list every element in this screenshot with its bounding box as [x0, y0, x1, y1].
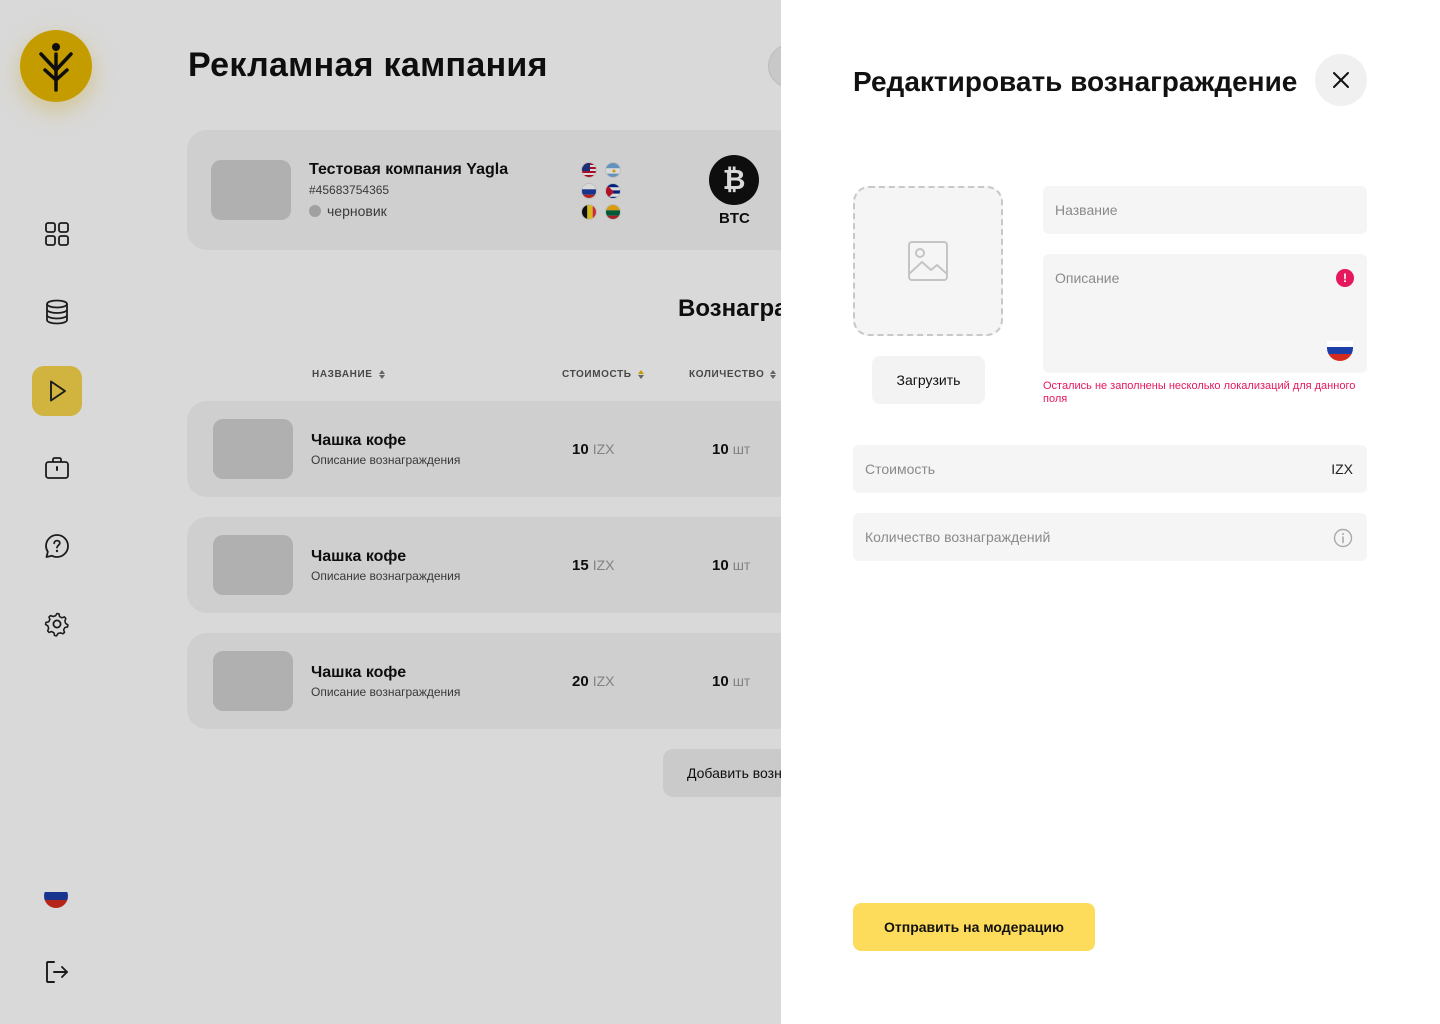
- description-error-message: Остались не заполнены несколько локализа…: [1043, 380, 1356, 405]
- description-field[interactable]: !: [1043, 254, 1367, 373]
- image-placeholder-icon: [908, 241, 948, 281]
- upload-button[interactable]: Загрузить: [872, 356, 985, 404]
- cost-input[interactable]: [853, 445, 1367, 493]
- info-icon[interactable]: [1333, 528, 1353, 548]
- image-dropzone[interactable]: [853, 186, 1003, 336]
- description-input[interactable]: [1043, 254, 1367, 373]
- app-root: Рекламная кампания Тестовая компания Yag…: [0, 0, 1440, 1024]
- quantity-field[interactable]: [853, 513, 1367, 561]
- error-alert-icon: !: [1336, 269, 1354, 287]
- cost-field[interactable]: IZX: [853, 445, 1367, 493]
- drawer-title: Редактировать вознаграждение: [853, 66, 1298, 97]
- submit-moderation-button[interactable]: Отправить на модерацию: [853, 903, 1095, 951]
- close-icon: [1333, 72, 1349, 88]
- name-input[interactable]: [1043, 186, 1367, 234]
- name-field[interactable]: [1043, 186, 1367, 234]
- modal-backdrop[interactable]: [0, 0, 781, 1024]
- cost-currency-suffix: IZX: [1331, 461, 1353, 477]
- edit-reward-drawer: Редактировать вознаграждение Загрузить !: [781, 0, 1440, 1024]
- close-button[interactable]: [1315, 54, 1367, 106]
- quantity-input[interactable]: [853, 513, 1367, 561]
